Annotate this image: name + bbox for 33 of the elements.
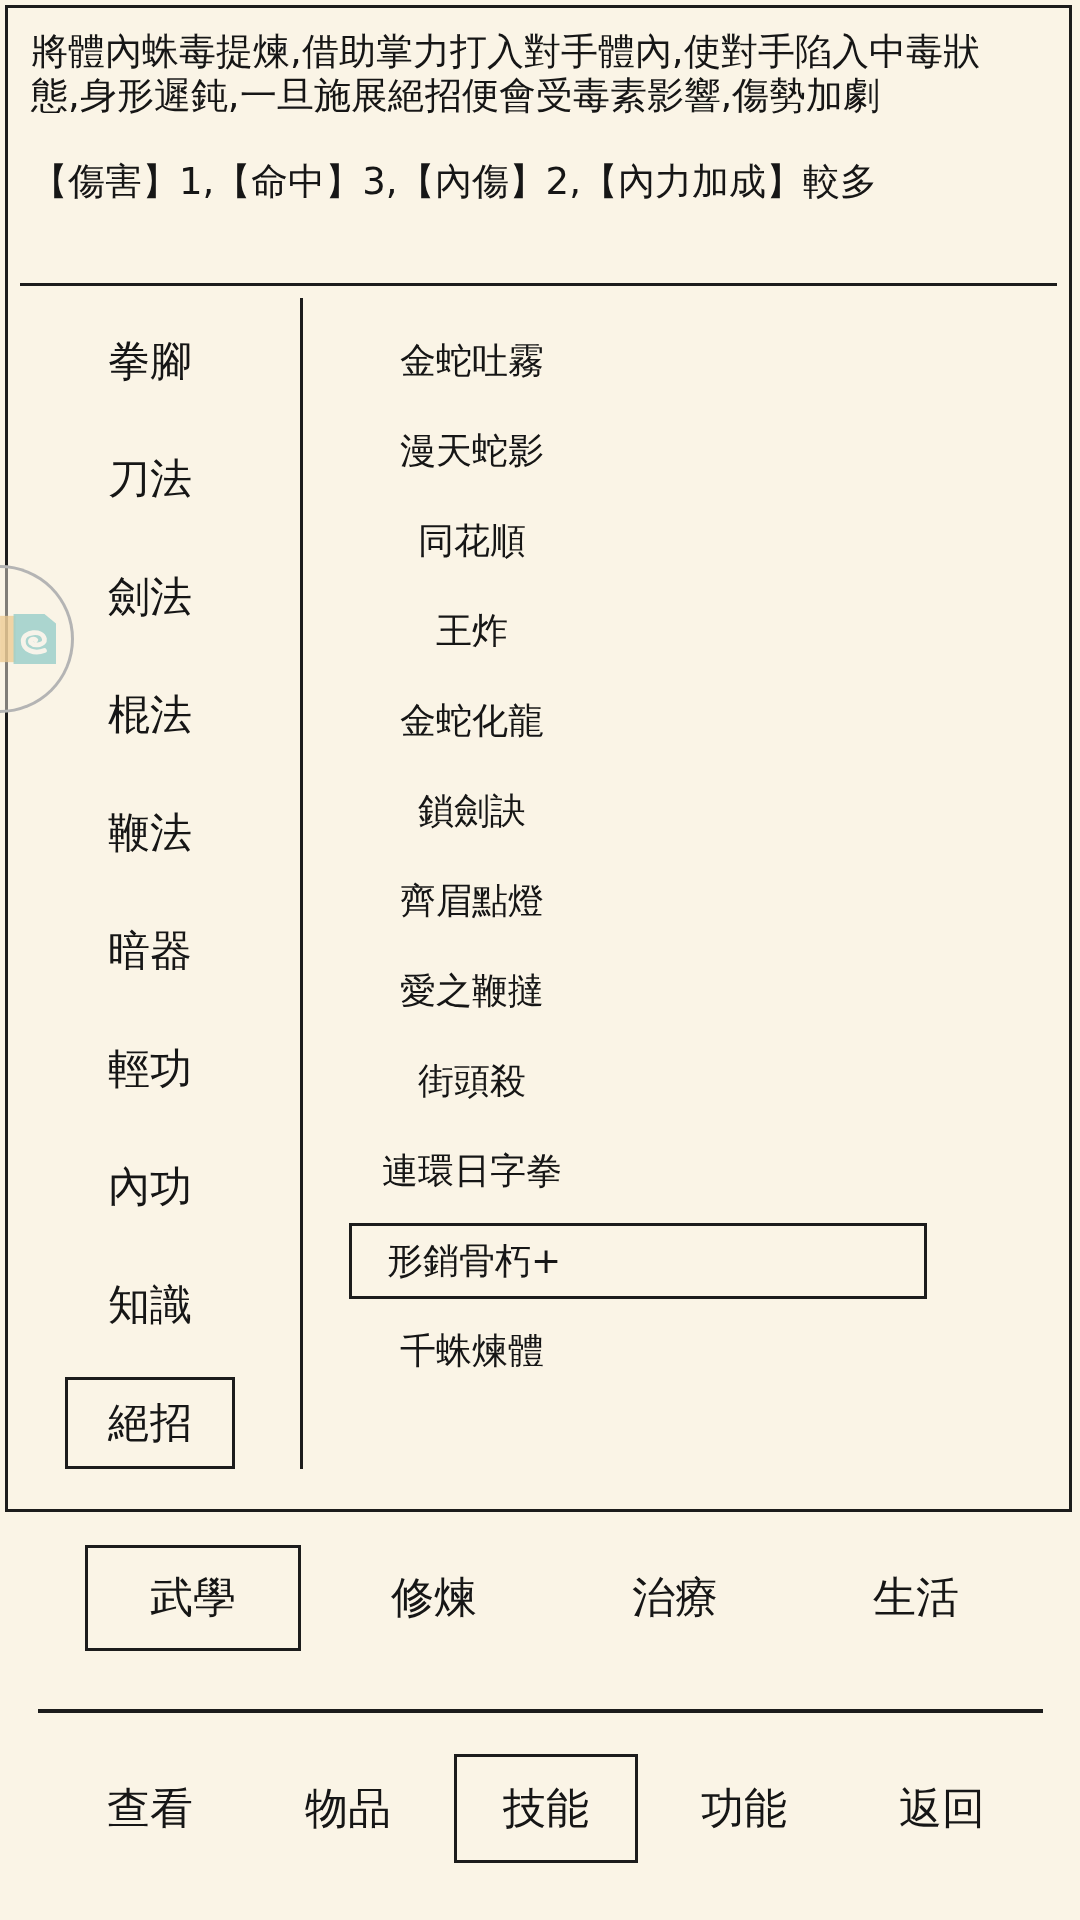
category-tab[interactable]: 暗器 bbox=[108, 925, 192, 977]
nav-tab[interactable]: 技能 bbox=[454, 1753, 638, 1864]
category-tab[interactable]: 刀法 bbox=[108, 453, 192, 505]
category-tab[interactable]: 棍法 bbox=[108, 689, 192, 741]
category-tab[interactable]: 鞭法 bbox=[108, 807, 192, 859]
nav-tab[interactable]: 返回 bbox=[899, 1782, 985, 1835]
category-tab[interactable]: 劍法 bbox=[108, 571, 192, 623]
skill-item[interactable]: 同花順 bbox=[418, 519, 526, 563]
section-tab[interactable]: 修煉 bbox=[390, 1572, 477, 1624]
skill-item[interactable]: 愛之鞭撻 bbox=[400, 969, 544, 1013]
category-tab[interactable]: 輕功 bbox=[108, 1043, 192, 1095]
skill-item[interactable]: 鎖劍訣 bbox=[418, 789, 526, 833]
skill-item[interactable]: 千蛛煉體 bbox=[400, 1329, 544, 1373]
section-tab[interactable]: 生活 bbox=[872, 1572, 959, 1624]
skill-item[interactable]: 金蛇吐霧 bbox=[400, 339, 544, 383]
skill-item[interactable]: 王炸 bbox=[436, 609, 508, 653]
nav-tab[interactable]: 功能 bbox=[701, 1782, 787, 1835]
skill-item[interactable]: 金蛇化龍 bbox=[400, 699, 544, 743]
category-tab[interactable]: 拳腳 bbox=[108, 335, 192, 387]
skill-item[interactable]: 街頭殺 bbox=[418, 1059, 526, 1103]
skill-item[interactable]: 連環日字拳 bbox=[382, 1149, 562, 1193]
nav-tab[interactable]: 物品 bbox=[305, 1782, 391, 1835]
category-tab[interactable]: 絕招 bbox=[65, 1376, 235, 1470]
category-tab[interactable]: 知識 bbox=[108, 1279, 192, 1331]
section-tab[interactable]: 武學 bbox=[84, 1545, 301, 1651]
skill-item[interactable]: 漫天蛇影 bbox=[400, 429, 544, 473]
nav-tab[interactable]: 查看 bbox=[107, 1782, 193, 1835]
skill-stats: 【傷害】1,【命中】3,【內傷】2,【內力加成】較多 bbox=[31, 160, 877, 204]
section-tab[interactable]: 治療 bbox=[631, 1572, 718, 1624]
skill-description: 將體內蛛毒提煉,借助掌力打入對手體內,使對手陷入中毒狀態,身形遲鈍,一旦施展絕招便會受毒素影響,傷勢加劇 bbox=[31, 30, 981, 118]
category-tab[interactable]: 內功 bbox=[108, 1161, 192, 1213]
skill-item[interactable]: 形銷骨朽+ bbox=[349, 1223, 927, 1299]
skill-item[interactable]: 齊眉點燈 bbox=[400, 879, 544, 923]
